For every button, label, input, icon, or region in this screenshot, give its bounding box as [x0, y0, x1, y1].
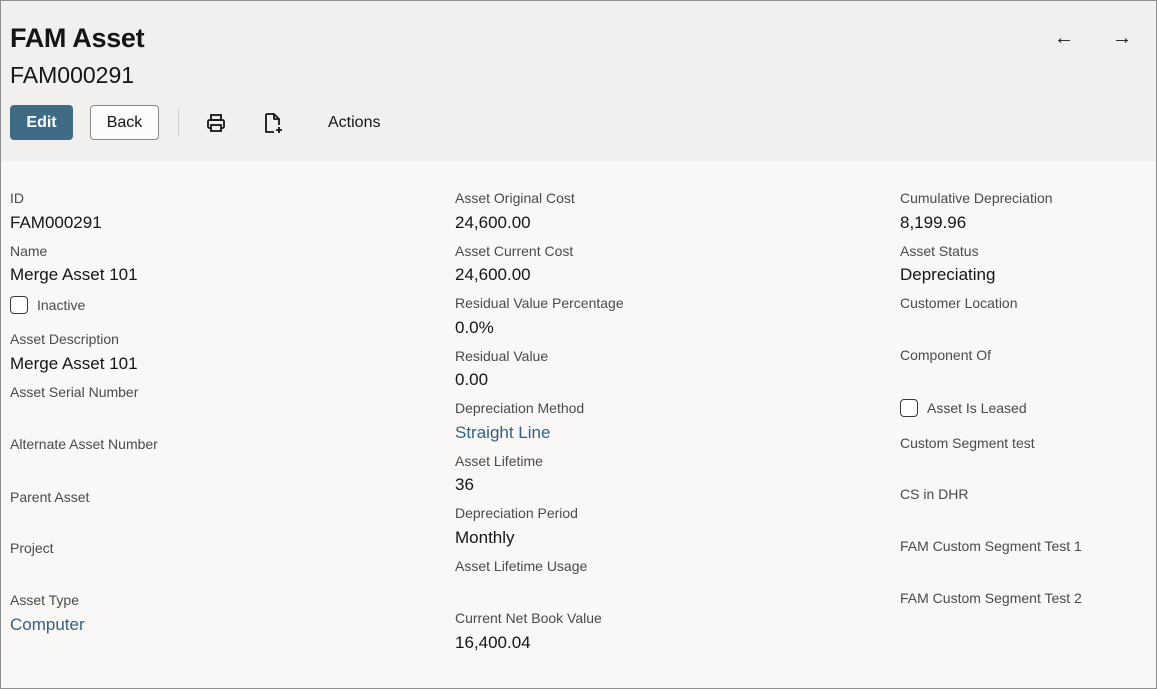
- component-of-label: Component Of: [900, 347, 992, 363]
- asset-type-link[interactable]: Computer: [10, 615, 85, 635]
- asset-serial-number-label: Asset Serial Number: [10, 384, 139, 400]
- residual-value-label: Residual Value: [455, 348, 549, 364]
- fam-custom-segment-test-1-label: FAM Custom Segment Test 1: [900, 538, 1082, 554]
- project-label: Project: [10, 540, 54, 556]
- residual-value-percentage-label: Residual Value Percentage: [455, 295, 624, 311]
- page-title: FAM Asset: [10, 23, 145, 53]
- toolbar-divider: [178, 109, 179, 136]
- asset-description-value: Merge Asset 101: [10, 354, 138, 373]
- residual-value-percentage-value: 0.0%: [455, 318, 494, 337]
- asset-description-label: Asset Description: [10, 331, 119, 347]
- depreciation-method-link[interactable]: Straight Line: [455, 423, 550, 443]
- asset-is-leased-label: Asset Is Leased: [927, 400, 1027, 416]
- fam-custom-segment-test-2-label: FAM Custom Segment Test 2: [900, 590, 1082, 606]
- asset-current-cost-label: Asset Current Cost: [455, 243, 574, 259]
- edit-button[interactable]: Edit: [10, 105, 73, 140]
- asset-status-label: Asset Status: [900, 243, 979, 259]
- asset-lifetime-label: Asset Lifetime: [455, 453, 543, 469]
- asset-lifetime-value: 36: [455, 475, 474, 494]
- asset-current-cost-value: 24,600.00: [455, 265, 531, 284]
- cs-in-dhr-label: CS in DHR: [900, 486, 969, 502]
- cumulative-depreciation-label: Cumulative Depreciation: [900, 190, 1053, 206]
- alternate-asset-number-label: Alternate Asset Number: [10, 436, 158, 452]
- asset-original-cost-value: 24,600.00: [455, 213, 531, 232]
- asset-type-label: Asset Type: [10, 592, 80, 608]
- current-net-book-value-value: 16,400.04: [455, 633, 531, 652]
- asset-is-leased-checkbox[interactable]: [900, 399, 918, 417]
- current-net-book-value-label: Current Net Book Value: [455, 610, 602, 626]
- depreciation-method-label: Depreciation Method: [455, 400, 585, 416]
- new-document-icon[interactable]: [260, 110, 286, 136]
- name-value: Merge Asset 101: [10, 265, 138, 284]
- depreciation-period-label: Depreciation Period: [455, 505, 578, 521]
- depreciation-period-value: Monthly: [455, 528, 515, 547]
- actions-menu[interactable]: Actions: [328, 114, 380, 132]
- asset-lifetime-usage-label: Asset Lifetime Usage: [455, 558, 588, 574]
- previous-record-arrow-left-icon[interactable]: ←: [1052, 27, 1076, 50]
- residual-value-value: 0.00: [455, 370, 489, 389]
- asset-status-value: Depreciating: [900, 265, 996, 284]
- inactive-checkbox[interactable]: [10, 296, 28, 314]
- next-record-arrow-right-icon[interactable]: →: [1110, 27, 1134, 50]
- cumulative-depreciation-value: 8,199.96: [900, 213, 967, 232]
- print-icon[interactable]: [203, 110, 229, 136]
- customer-location-label: Customer Location: [900, 295, 1018, 311]
- back-button[interactable]: Back: [90, 105, 159, 140]
- asset-original-cost-label: Asset Original Cost: [455, 190, 575, 206]
- id-value: FAM000291: [10, 213, 102, 232]
- page-header: FAM Asset FAM000291 ← → Edit Back Action…: [1, 1, 1156, 161]
- record-id: FAM000291: [10, 62, 135, 88]
- name-label: Name: [10, 243, 48, 259]
- inactive-label: Inactive: [37, 297, 86, 313]
- parent-asset-label: Parent Asset: [10, 489, 90, 505]
- id-label: ID: [10, 190, 24, 206]
- custom-segment-test-label: Custom Segment test: [900, 435, 1035, 451]
